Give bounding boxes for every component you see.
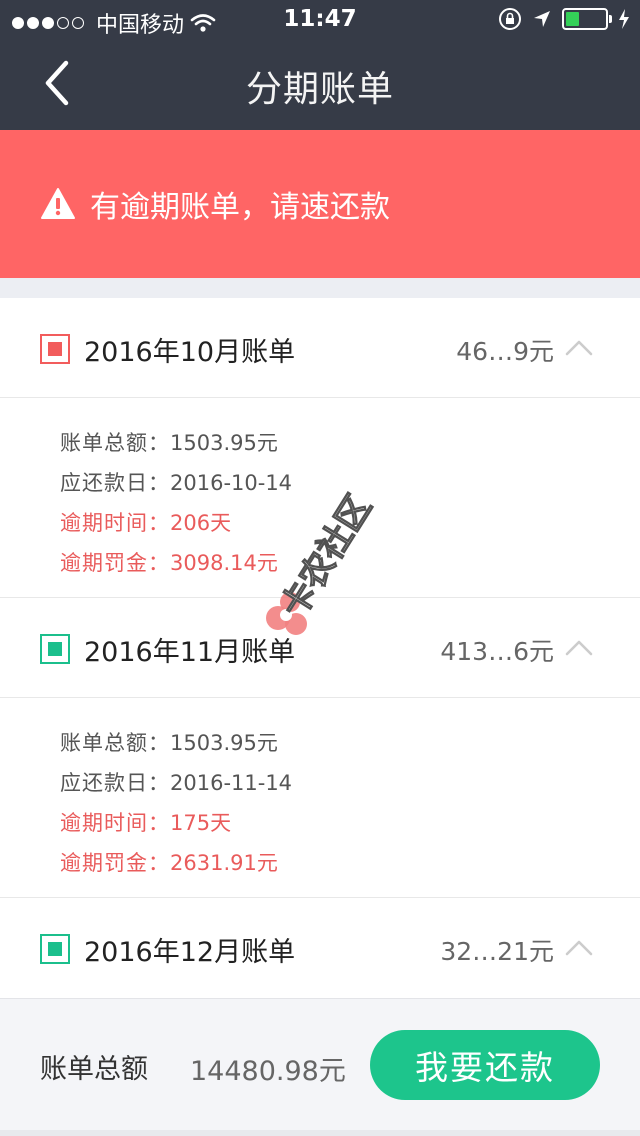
detail-label: 逾期时间： [60,511,170,535]
detail-row-overdue-days: 逾期时间： 175天 [60,804,640,844]
checkbox-mark [48,642,62,656]
checkbox-mark [48,942,62,956]
detail-row-penalty: 逾期罚金： 2631.91元 [60,844,640,884]
top-bar: 中国移动 11:47 分期账单 [0,0,640,130]
detail-value: 2631.91元 [170,851,278,875]
bill-amount: 46…9元 [456,337,554,366]
bill-title: 2016年10月账单 [84,337,296,368]
bill-header-2016-10[interactable]: 2016年10月账单 46…9元 [0,298,640,398]
detail-row-overdue-days: 逾期时间： 206天 [60,504,640,544]
battery-icon [562,8,612,30]
detail-value: 1503.95元 [170,431,278,455]
bill-title: 2016年11月账单 [84,637,296,668]
detail-value: 3098.14元 [170,551,278,575]
detail-label: 账单总额： [60,431,170,455]
detail-value: 2016-11-14 [170,771,293,795]
detail-label: 应还款日： [60,771,170,795]
bill-title: 2016年12月账单 [84,937,296,968]
detail-value: 2016-10-14 [170,471,293,495]
detail-label: 逾期罚金： [60,851,170,875]
rotation-lock-icon [499,8,521,30]
bill-list: 2016年10月账单 46…9元 账单总额： 1503.95元 应还款日： 20… [0,298,640,998]
detail-row-penalty: 逾期罚金： 3098.14元 [60,544,640,584]
chevron-up-icon[interactable] [564,634,594,660]
detail-label: 账单总额： [60,731,170,755]
bill-header-2016-12[interactable]: 2016年12月账单 32…21元 [0,898,640,998]
repay-button[interactable]: 我要还款 [370,1030,600,1100]
bill-select-checkbox[interactable] [40,334,70,364]
status-bar: 中国移动 11:47 [0,0,640,40]
footer-total-amount: 14480.98元 [190,1056,346,1087]
checkbox-mark [48,342,62,356]
detail-value: 175天 [170,811,232,835]
bill-amount: 413…6元 [440,637,554,666]
charging-bolt-icon [619,9,629,29]
detail-row-total: 账单总额： 1503.95元 [60,724,640,764]
detail-value: 206天 [170,511,232,535]
bottom-divider [0,1130,640,1136]
bill-detail: 账单总额： 1503.95元 应还款日： 2016-10-14 逾期时间： 20… [0,398,640,598]
warning-icon [41,188,75,219]
overdue-alert-banner: 有逾期账单，请速还款 [0,130,640,278]
location-arrow-icon [534,11,550,27]
footer-total-label: 账单总额 [40,1054,148,1085]
detail-label: 逾期时间： [60,811,170,835]
bill-amount: 32…21元 [440,937,554,966]
chevron-up-icon[interactable] [564,334,594,360]
detail-row-due-date: 应还款日： 2016-11-14 [60,764,640,804]
detail-label: 逾期罚金： [60,551,170,575]
battery-fill [566,12,579,26]
alert-text: 有逾期账单，请速还款 [90,190,390,225]
bill-detail: 账单总额： 1503.95元 应还款日： 2016-11-14 逾期时间： 17… [0,698,640,898]
status-right [498,7,630,31]
chevron-up-icon[interactable] [564,934,594,960]
detail-value: 1503.95元 [170,731,278,755]
detail-label: 应还款日： [60,471,170,495]
bill-select-checkbox[interactable] [40,634,70,664]
footer-bar: 账单总额 14480.98元 我要还款 [0,998,640,1130]
bill-select-checkbox[interactable] [40,934,70,964]
bill-header-2016-11[interactable]: 2016年11月账单 413…6元 [0,598,640,698]
page-title: 分期账单 [245,69,394,110]
detail-row-due-date: 应还款日： 2016-10-14 [60,464,640,504]
detail-row-total: 账单总额： 1503.95元 [60,424,640,464]
